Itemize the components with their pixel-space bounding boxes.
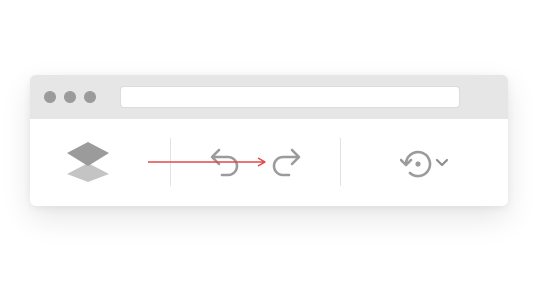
browser-window xyxy=(30,75,508,206)
toolbar-divider xyxy=(340,138,341,186)
annotation-arrow-icon xyxy=(148,157,266,167)
editor-toolbar xyxy=(30,119,508,206)
history-icon[interactable] xyxy=(400,148,434,180)
chevron-down-icon[interactable] xyxy=(435,158,449,168)
window-dot-close[interactable] xyxy=(44,91,56,103)
redo-icon[interactable] xyxy=(268,148,302,178)
window-dot-maximize[interactable] xyxy=(84,91,96,103)
address-bar[interactable] xyxy=(120,86,460,108)
window-dot-minimize[interactable] xyxy=(64,91,76,103)
title-bar xyxy=(30,75,508,119)
layers-icon[interactable] xyxy=(64,140,112,182)
